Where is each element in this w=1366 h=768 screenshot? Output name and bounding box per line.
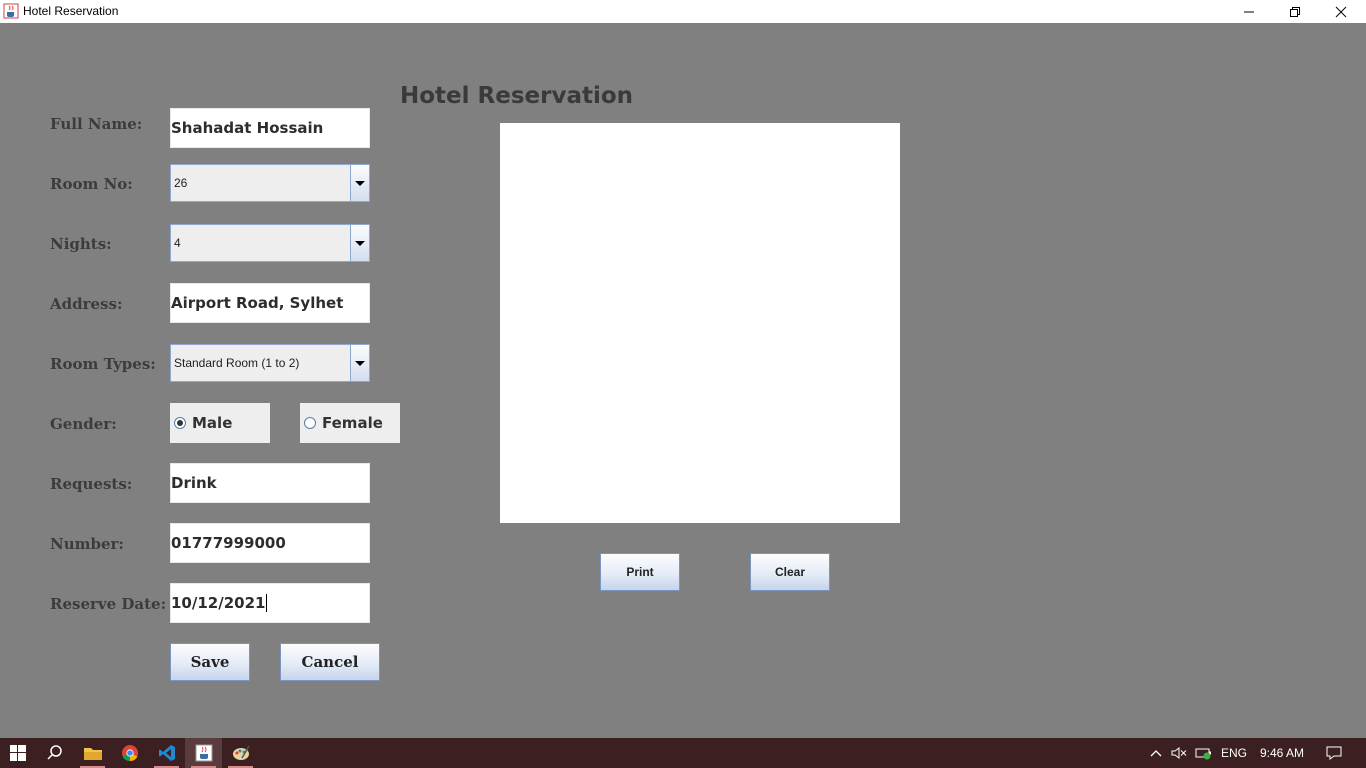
taskbar-vscode[interactable]: [148, 738, 185, 768]
restore-icon: [1290, 6, 1300, 17]
taskbar-file-explorer[interactable]: [74, 738, 111, 768]
full-name-field[interactable]: Shahadat Hossain: [170, 108, 370, 148]
room-types-label: Room Types:: [50, 355, 156, 373]
java-cup-icon: [3, 3, 19, 19]
vscode-icon: [158, 745, 175, 761]
nights-dropdown[interactable]: 4: [170, 224, 370, 262]
print-button[interactable]: Print: [600, 553, 680, 591]
clock-time[interactable]: 9:46 AM: [1260, 738, 1304, 768]
close-button[interactable]: [1318, 0, 1364, 23]
search-button[interactable]: [36, 738, 74, 768]
gender-female-label: Female: [322, 414, 383, 432]
gender-female-radio[interactable]: Female: [300, 403, 400, 443]
window-title: Hotel Reservation: [23, 4, 119, 18]
language-indicator[interactable]: ENG: [1221, 738, 1247, 768]
cancel-button[interactable]: Cancel: [280, 643, 380, 681]
taskbar-paint[interactable]: [222, 738, 259, 768]
paint-icon: [232, 745, 250, 760]
java-app-icon: [195, 744, 212, 762]
room-no-label: Room No:: [50, 175, 133, 193]
gender-male-label: Male: [192, 414, 233, 432]
minimize-icon: [1244, 11, 1254, 12]
battery-charging-icon: [1195, 748, 1211, 760]
nights-dropdown-arrow[interactable]: [350, 225, 369, 261]
room-type-dropdown-arrow[interactable]: [350, 345, 369, 381]
full-name-label: Full Name:: [50, 115, 143, 133]
reservation-form: Hotel Reservation Full Name: Room No: Ni…: [0, 23, 1366, 738]
number-field[interactable]: 01777999000: [170, 523, 370, 563]
receipt-text-area[interactable]: [500, 123, 900, 523]
address-field[interactable]: Airport Road, Sylhet: [170, 283, 370, 323]
radio-unchecked-icon: [304, 417, 316, 429]
room-no-dropdown[interactable]: 26: [170, 164, 370, 202]
start-button[interactable]: [0, 738, 36, 768]
action-center-button[interactable]: [1320, 738, 1348, 768]
chrome-icon: [121, 745, 138, 762]
room-type-dropdown[interactable]: Standard Room (1 to 2): [170, 344, 370, 382]
room-no-value: 26: [174, 176, 188, 190]
clear-button[interactable]: Clear: [750, 553, 830, 591]
gender-male-radio[interactable]: Male: [170, 403, 270, 443]
chevron-down-icon: [355, 360, 365, 366]
restore-button[interactable]: [1272, 0, 1318, 23]
room-no-dropdown-arrow[interactable]: [350, 165, 369, 201]
reserve-date-field[interactable]: 10/12/2021: [170, 583, 370, 623]
reserve-date-label: Reserve Date:: [50, 595, 167, 613]
number-label: Number:: [50, 535, 124, 553]
search-icon: [47, 745, 62, 760]
taskbar-chrome[interactable]: [111, 738, 148, 768]
minimize-button[interactable]: [1226, 0, 1272, 23]
save-button[interactable]: Save: [170, 643, 250, 681]
nights-label: Nights:: [50, 235, 112, 253]
number-value: 01777999000: [171, 534, 286, 552]
volume-button[interactable]: [1168, 738, 1190, 768]
window-titlebar: Hotel Reservation: [0, 0, 1366, 23]
requests-field[interactable]: Drink: [170, 463, 370, 503]
requests-value: Drink: [171, 474, 217, 492]
room-type-value: Standard Room (1 to 2): [174, 356, 300, 370]
battery-button[interactable]: [1193, 738, 1215, 768]
text-caret: [266, 594, 268, 612]
file-explorer-icon: [83, 748, 102, 760]
windows-taskbar: ENG 9:46 AM: [0, 738, 1366, 768]
tray-overflow-button[interactable]: [1146, 738, 1166, 768]
requests-label: Requests:: [50, 475, 133, 493]
chevron-down-icon: [355, 180, 365, 186]
taskbar-java-app[interactable]: [185, 738, 222, 768]
close-icon: [1335, 6, 1347, 17]
chevron-up-icon: [1150, 750, 1162, 757]
chevron-down-icon: [355, 240, 365, 246]
address-value: Airport Road, Sylhet: [171, 294, 344, 312]
volume-muted-icon: [1171, 747, 1187, 759]
radio-checked-icon: [174, 417, 186, 429]
address-label: Address:: [50, 295, 123, 313]
gender-label: Gender:: [50, 415, 117, 433]
full-name-value: Shahadat Hossain: [171, 119, 324, 137]
notification-icon: [1326, 746, 1342, 760]
reserve-date-value: 10/12/2021: [171, 594, 266, 612]
nights-value: 4: [174, 236, 181, 250]
form-heading: Hotel Reservation: [400, 83, 634, 109]
windows-start-icon: [10, 745, 26, 761]
